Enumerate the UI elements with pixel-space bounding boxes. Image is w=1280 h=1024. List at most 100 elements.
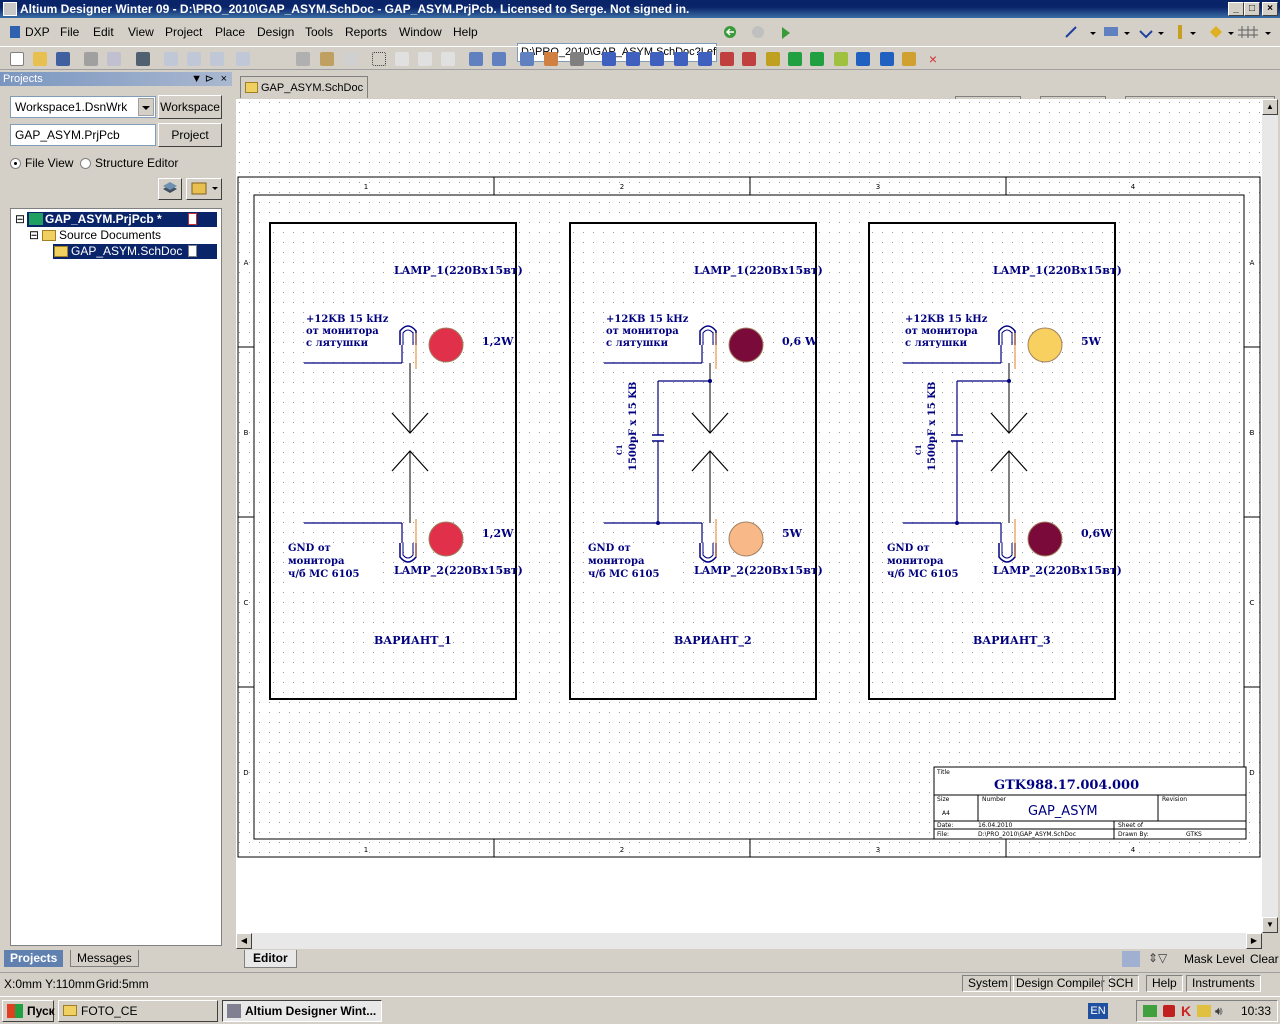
redo-icon[interactable] (492, 52, 506, 66)
scroll-right-button[interactable]: ▶ (1246, 933, 1262, 949)
new-file-icon[interactable] (10, 52, 24, 66)
start-button[interactable]: Пуск (2, 1000, 55, 1022)
panel-close-icon[interactable]: × (221, 72, 227, 86)
clear-filter-icon[interactable] (441, 52, 455, 66)
tab-editor[interactable]: Editor (244, 950, 297, 968)
network-icon[interactable] (1143, 1005, 1157, 1017)
bus-icon[interactable] (626, 52, 640, 66)
tab-gap-asym-schdoc[interactable]: GAP_ASYM.SchDoc (240, 76, 369, 98)
panel-button-instruments[interactable]: Instruments (1186, 975, 1261, 992)
scroll-left-button[interactable]: ◀ (236, 933, 252, 949)
file-view-radio[interactable]: File View (10, 156, 73, 170)
tree-item-project[interactable]: GAP_ASYM.PrjPcb * (27, 212, 217, 227)
menu-file[interactable]: File (60, 25, 79, 39)
paste-icon[interactable] (320, 52, 334, 66)
minimize-button[interactable]: _ (1228, 2, 1244, 16)
task-foto-ce[interactable]: FOTO_CE (58, 1000, 218, 1022)
wire-icon[interactable] (602, 52, 616, 66)
zoom-area-icon[interactable] (187, 52, 201, 66)
tray-icon[interactable] (1197, 1005, 1211, 1017)
browse-icon[interactable] (544, 52, 558, 66)
tab-projects[interactable]: Projects (4, 950, 64, 967)
bus-entry-icon[interactable] (650, 52, 664, 66)
tab-messages[interactable]: Messages (70, 950, 139, 967)
tree-expander-project[interactable]: ⊟ (15, 212, 25, 227)
zoom-selected-icon[interactable] (210, 52, 224, 66)
net-label-icon[interactable] (674, 52, 688, 66)
filter-icon[interactable]: ⇕▽ (1148, 951, 1178, 967)
maximize-button[interactable]: □ (1244, 2, 1260, 16)
net-icon[interactable] (698, 52, 712, 66)
menu-reports[interactable]: Reports (345, 25, 387, 39)
deselect-icon[interactable] (418, 52, 432, 66)
panel-button-help[interactable]: Help (1146, 975, 1183, 992)
volume-icon[interactable]: 🔊︎ (1215, 1004, 1223, 1019)
scroll-down-button[interactable]: ▼ (1262, 917, 1278, 933)
rubber-stamp-icon[interactable] (344, 52, 358, 66)
open-folder-icon[interactable] (33, 52, 47, 66)
print-icon[interactable] (84, 52, 98, 66)
vertical-scrollbar[interactable]: ▲ ▼ (1262, 99, 1278, 933)
part-icon[interactable] (766, 52, 780, 66)
antivirus-icon[interactable] (1163, 1005, 1175, 1017)
sheet-entry-icon[interactable] (810, 52, 824, 66)
scroll-up-button[interactable]: ▲ (1262, 99, 1278, 115)
structure-editor-radio[interactable]: Structure Editor (80, 156, 178, 170)
menu-view[interactable]: View (128, 25, 154, 39)
menu-project[interactable]: Project (165, 25, 202, 39)
print-preview-icon[interactable] (107, 52, 121, 66)
language-indicator[interactable]: EN (1088, 1003, 1108, 1019)
project-field[interactable]: GAP_ASYM.PrjPcb (10, 124, 156, 146)
move-icon[interactable] (395, 52, 409, 66)
tree-item-schdoc[interactable]: GAP_ASYM.SchDoc (53, 244, 217, 259)
port-icon[interactable] (834, 52, 848, 66)
menu-dxp[interactable]: DXP (10, 25, 50, 39)
panel-button-system[interactable]: System (962, 975, 1015, 992)
menu-design[interactable]: Design (257, 25, 294, 39)
mask-tool-icon[interactable] (1122, 951, 1140, 967)
panel-pin-icon[interactable]: ⊳ (205, 72, 214, 86)
mask-level-button[interactable]: Mask Level (1184, 952, 1245, 966)
component-icon[interactable] (570, 52, 584, 66)
project-button[interactable]: Project (158, 123, 222, 147)
select-area-icon[interactable] (372, 52, 386, 66)
menu-edit[interactable]: Edit (93, 25, 114, 39)
layers-icon[interactable] (136, 52, 150, 66)
schematic-editor[interactable]: 1 1 2 2 3 3 4 4 A A B B C C D D LAMP_1(220Вх15вт) LAMP_2… (236, 99, 1262, 933)
sch-view-toolbar[interactable] (1060, 21, 1280, 43)
hierarchy-icon[interactable] (520, 52, 534, 66)
off-sheet-icon[interactable] (880, 52, 894, 66)
layers-view-button[interactable] (158, 178, 182, 200)
panel-menu-icon[interactable]: ▼ (191, 72, 202, 86)
menu-place[interactable]: Place (215, 25, 245, 39)
cut-icon[interactable] (296, 52, 310, 66)
menu-window[interactable]: Window (399, 25, 442, 39)
panel-button-design-compiler[interactable]: Design Compiler (1010, 975, 1111, 992)
tree-item-source-documents[interactable]: Source Documents (41, 228, 161, 243)
zoom-fit-icon[interactable] (164, 52, 178, 66)
no-connect-icon[interactable]: × (926, 52, 940, 66)
gnd-power-icon[interactable] (720, 52, 734, 66)
schematic-canvas[interactable]: 1 1 2 2 3 3 4 4 A A B B C C D D LAMP_1(220Вх15вт) LAMP_2… (236, 99, 1262, 933)
sheet-symbol-icon[interactable] (788, 52, 802, 66)
menu-help[interactable]: Help (453, 25, 478, 39)
vcc-power-icon[interactable] (742, 52, 756, 66)
workspace-button[interactable]: Workspace (158, 95, 222, 119)
undo-icon[interactable] (469, 52, 483, 66)
no-erc-icon[interactable] (902, 52, 916, 66)
navigation-buttons[interactable] (720, 21, 800, 43)
panel-button-sch[interactable]: SCH (1102, 975, 1140, 992)
task-altium-designer[interactable]: Altium Designer Wint... (222, 1000, 382, 1022)
tree-expander-folder[interactable]: ⊟ (29, 228, 39, 243)
kaspersky-icon[interactable]: K (1181, 1003, 1191, 1019)
directive-icon[interactable] (856, 52, 870, 66)
source-note-line: от монитора (306, 326, 379, 337)
doc-options-button[interactable] (186, 178, 222, 200)
close-button[interactable]: × (1262, 2, 1278, 16)
workspace-combo[interactable]: Workspace1.DsnWrk (10, 96, 156, 118)
save-icon[interactable] (56, 52, 70, 66)
menu-tools[interactable]: Tools (305, 25, 333, 39)
horizontal-scrollbar[interactable]: ◀ ▶ (236, 933, 1262, 949)
clear-button[interactable]: Clear (1250, 952, 1279, 966)
zoom-dropdown-icon[interactable] (236, 52, 250, 66)
